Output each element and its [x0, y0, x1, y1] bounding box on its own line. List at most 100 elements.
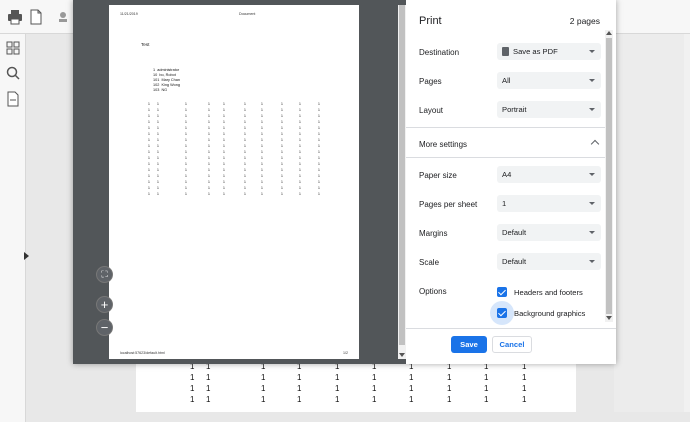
preview-grid-cell: 1 — [318, 192, 320, 196]
preview-grid-cell: 1 — [223, 180, 225, 184]
preview-grid-cell: 1 — [281, 168, 283, 172]
chevron-down-icon — [589, 79, 595, 82]
chevron-down-icon — [589, 50, 595, 53]
preview-grid-cell: 1 — [157, 174, 159, 178]
layout-select[interactable]: Portrait — [497, 101, 601, 118]
background-grid-cell: 1 — [447, 395, 452, 404]
cancel-button[interactable]: Cancel — [492, 336, 532, 353]
preview-grid-cell: 1 — [208, 156, 210, 160]
background-grid-cell: 1 — [522, 395, 527, 404]
background-grid-cell: 1 — [190, 395, 195, 404]
preview-grid-cell: 1 — [208, 192, 210, 196]
save-button[interactable]: Save — [451, 336, 487, 353]
preview-grid-cell: 1 — [299, 150, 301, 154]
attachment-icon[interactable] — [5, 91, 21, 107]
preview-grid-cell: 1 — [223, 138, 225, 142]
preview-grid-cell: 1 — [148, 132, 150, 136]
search-icon[interactable] — [5, 65, 21, 81]
headers-footers-label: Headers and footers — [514, 288, 583, 297]
preview-grid-cell: 1 — [281, 102, 283, 106]
scroll-down-icon[interactable] — [399, 353, 405, 357]
scroll-down-icon[interactable] — [606, 316, 612, 320]
background-graphics-label: Background graphics — [514, 309, 586, 318]
preview-grid-cell: 1 — [148, 180, 150, 184]
preview-user-list: 1 administrator 10 bo, Robot 101 Mary Ch… — [153, 68, 180, 93]
preview-grid-cell: 1 — [148, 108, 150, 112]
stamp-icon[interactable] — [55, 9, 71, 25]
preview-grid-cell: 1 — [281, 144, 283, 148]
page-scrollbar[interactable] — [684, 34, 690, 412]
preview-grid-cell: 1 — [157, 126, 159, 130]
preview-grid-cell: 1 — [281, 138, 283, 142]
background-grid-cell: 1 — [190, 384, 195, 393]
paper-size-select[interactable]: A4 — [497, 166, 601, 183]
settings-scrollbar[interactable] — [605, 30, 613, 322]
background-grid-cell: 1 — [409, 373, 414, 382]
background-grid-cell: 1 — [261, 395, 266, 404]
preview-grid-cell: 1 — [318, 162, 320, 166]
preview-grid-cell: 1 — [299, 156, 301, 160]
preview-grid-cell: 1 — [318, 114, 320, 118]
margins-label: Margins — [419, 229, 448, 238]
preview-grid-cell: 1 — [299, 180, 301, 184]
preview-grid-cell: 1 — [261, 114, 263, 118]
scale-label: Scale — [419, 258, 440, 267]
preview-scrollbar[interactable] — [398, 5, 406, 359]
print-dialog: 11/21/2019 Document Test 1 administrator… — [73, 0, 616, 364]
preview-grid-cell: 1 — [261, 186, 263, 190]
background-grid-cell: 1 — [297, 373, 302, 382]
preview-grid-cell: 1 — [157, 192, 159, 196]
page-count: 2 pages — [569, 16, 600, 26]
more-settings-toggle[interactable]: More settings — [419, 140, 467, 149]
background-grid-cell: 1 — [190, 373, 195, 382]
preview-grid-cell: 1 — [244, 138, 246, 142]
background-grid-cell: 1 — [335, 384, 340, 393]
zoom-out-icon[interactable]: − — [96, 319, 113, 336]
preview-grid-cell: 1 — [223, 126, 225, 130]
preview-grid-cell: 1 — [223, 186, 225, 190]
preview-grid-cell: 1 — [244, 186, 246, 190]
layout-label: Layout — [419, 106, 444, 115]
pages-value: All — [502, 76, 511, 85]
destination-select[interactable]: Save as PDF — [497, 43, 601, 60]
zoom-in-icon[interactable]: + — [96, 296, 113, 313]
preview-grid-cell: 1 — [299, 120, 301, 124]
preview-grid-cell: 1 — [185, 114, 187, 118]
scroll-up-icon[interactable] — [606, 31, 612, 35]
pages-select[interactable]: All — [497, 72, 601, 89]
document-icon[interactable] — [28, 9, 44, 25]
margins-select[interactable]: Default — [497, 224, 601, 241]
preview-scroll-thumb[interactable] — [399, 5, 405, 345]
preview-grid-cell: 1 — [299, 192, 301, 196]
preview-grid-cell: 1 — [185, 162, 187, 166]
preview-grid-cell: 1 — [157, 156, 159, 160]
background-graphics-checkbox[interactable] — [497, 308, 507, 318]
background-grid: 1111111111111111111111111111111111111111 — [184, 362, 544, 406]
preview-grid-cell: 1 — [261, 174, 263, 178]
scale-select[interactable]: Default — [497, 253, 601, 270]
thumbnails-icon[interactable] — [5, 40, 21, 56]
preview-grid-cell: 1 — [299, 162, 301, 166]
background-grid-cell: 1 — [297, 384, 302, 393]
chevron-up-icon[interactable] — [590, 139, 600, 149]
preview-grid-cell: 1 — [318, 102, 320, 106]
background-grid-cell: 1 — [409, 384, 414, 393]
pages-per-sheet-select[interactable]: 1 — [497, 195, 601, 212]
preview-grid-cell: 1 — [244, 102, 246, 106]
preview-grid-cell: 1 — [208, 120, 210, 124]
preview-grid-cell: 1 — [281, 156, 283, 160]
preview-grid-cell: 1 — [261, 162, 263, 166]
print-icon[interactable] — [7, 9, 23, 25]
preview-grid-cell: 1 — [223, 132, 225, 136]
preview-grid-cell: 1 — [208, 114, 210, 118]
fit-page-icon[interactable]: ⛶ — [96, 266, 113, 283]
expand-arrow-icon[interactable] — [24, 252, 29, 260]
headers-footers-checkbox[interactable] — [497, 287, 507, 297]
background-grid-cell: 1 — [372, 373, 377, 382]
preview-grid-cell: 1 — [185, 120, 187, 124]
preview-grid-cell: 1 — [185, 168, 187, 172]
preview-grid-cell: 1 — [223, 150, 225, 154]
settings-scroll-thumb[interactable] — [606, 38, 612, 314]
layout-value: Portrait — [502, 105, 527, 114]
preview-footer-page: 1/2 — [343, 351, 348, 355]
